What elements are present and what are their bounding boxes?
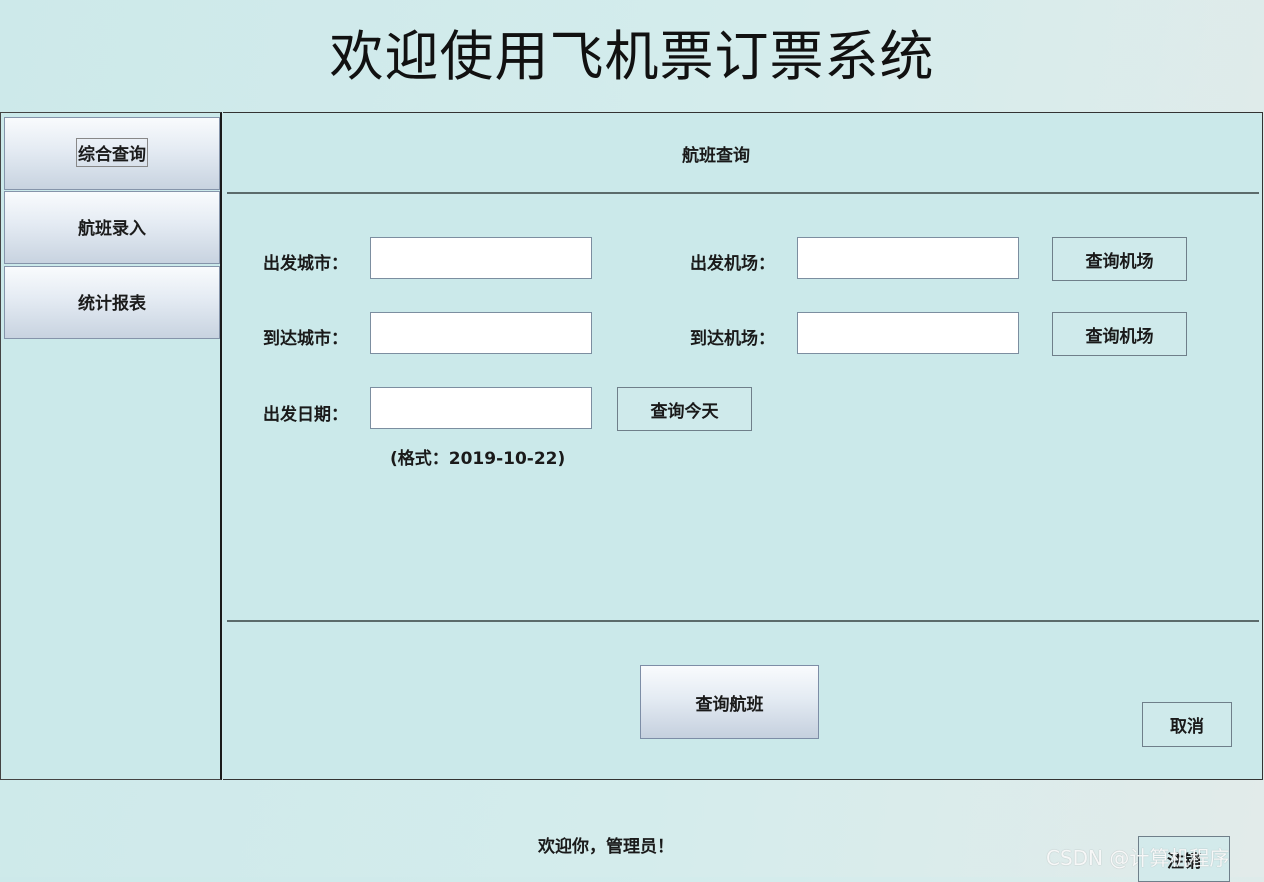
departure-airport-label: 出发机场： xyxy=(690,254,775,274)
sidebar-item-label: 综合查询 xyxy=(76,138,148,167)
sidebar-item-statistics-report[interactable]: 统计报表 xyxy=(4,266,220,339)
header-divider xyxy=(227,192,1259,194)
departure-date-input[interactable] xyxy=(370,387,592,429)
arrival-city-input[interactable] xyxy=(370,312,592,354)
date-format-hint: (格式：2019-10-22) xyxy=(390,449,566,469)
query-today-button[interactable]: 查询今天 xyxy=(617,387,752,431)
sidebar-item-flight-entry[interactable]: 航班录入 xyxy=(4,191,220,264)
flight-query-panel: 航班查询 出发城市： 出发机场： 查询机场 到达城市： 到达机场： 查询机场 出… xyxy=(223,112,1263,780)
sidebar-item-label: 统计报表 xyxy=(78,294,146,314)
departure-city-input[interactable] xyxy=(370,237,592,279)
cancel-button[interactable]: 取消 xyxy=(1142,702,1232,747)
footer-divider xyxy=(227,620,1259,622)
panel-title: 航班查询 xyxy=(682,146,750,166)
departure-date-label: 出发日期： xyxy=(263,405,348,425)
app-title: 欢迎使用飞机票订票系统 xyxy=(329,25,935,88)
query-arrival-airport-button[interactable]: 查询机场 xyxy=(1052,312,1187,356)
arrival-city-label: 到达城市： xyxy=(263,329,348,349)
sidebar: 综合查询 航班录入 统计报表 xyxy=(0,112,222,780)
welcome-text: 欢迎你，管理员！ xyxy=(538,837,674,857)
departure-airport-input[interactable] xyxy=(797,237,1019,279)
sidebar-item-comprehensive-query[interactable]: 综合查询 xyxy=(4,117,220,190)
search-flights-button[interactable]: 查询航班 xyxy=(640,665,819,739)
departure-city-label: 出发城市： xyxy=(263,254,348,274)
arrival-airport-input[interactable] xyxy=(797,312,1019,354)
query-departure-airport-button[interactable]: 查询机场 xyxy=(1052,237,1187,281)
arrival-airport-label: 到达机场： xyxy=(690,329,775,349)
sidebar-item-label: 航班录入 xyxy=(78,219,146,239)
watermark: CSDN @计算机程序 xyxy=(1046,846,1230,870)
